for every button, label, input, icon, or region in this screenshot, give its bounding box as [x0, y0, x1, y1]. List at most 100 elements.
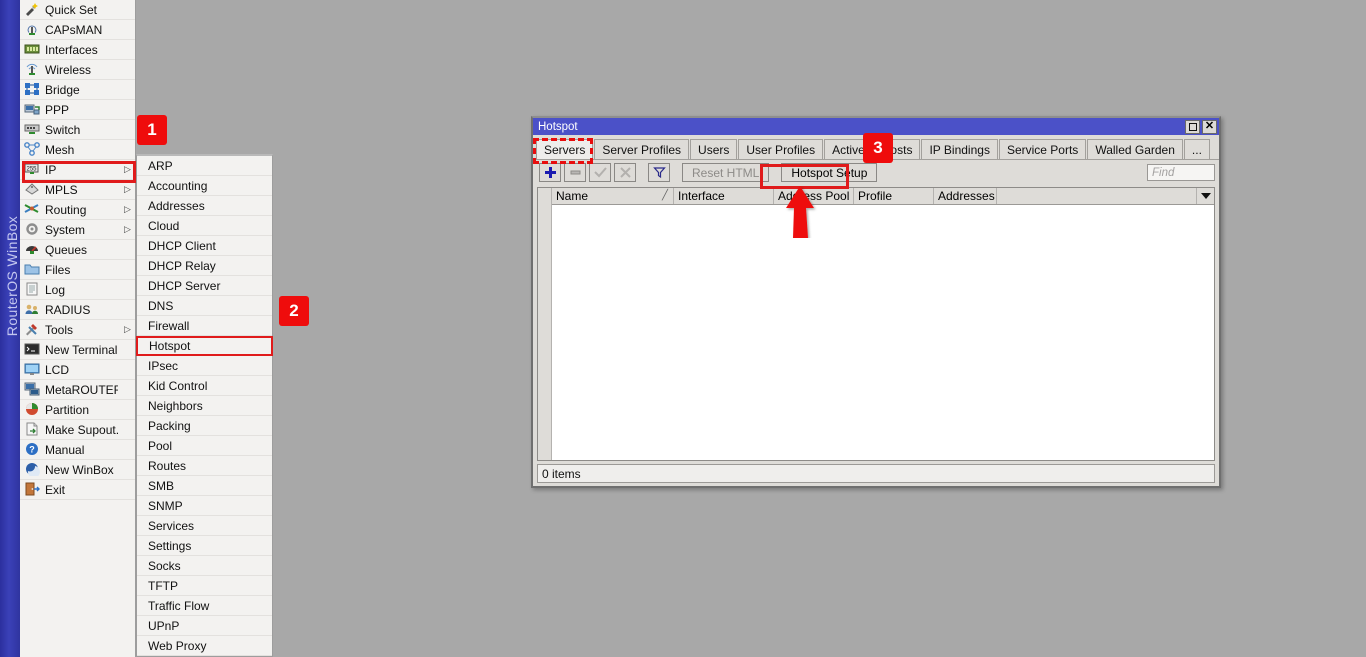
ip-submenu-item-kid-control[interactable]: Kid Control — [137, 376, 272, 396]
ip-submenu-item-pool[interactable]: Pool — [137, 436, 272, 456]
ip-submenu-item-dhcp-client[interactable]: DHCP Client — [137, 236, 272, 256]
ip-submenu-item-tftp[interactable]: TFTP — [137, 576, 272, 596]
sidebar-item-interfaces[interactable]: Interfaces — [20, 40, 135, 60]
sidebar-item-radius[interactable]: RADIUS — [20, 300, 135, 320]
ip-submenu-item-snmp[interactable]: SNMP — [137, 496, 272, 516]
ppp-icon — [24, 102, 40, 117]
table-row-gutter — [538, 188, 552, 460]
hotspot-setup-button[interactable]: Hotspot Setup — [781, 163, 877, 182]
ip-submenu-item-label: Packing — [148, 419, 191, 433]
ip-submenu-item-smb[interactable]: SMB — [137, 476, 272, 496]
sidebar-item-new-winbox[interactable]: New WinBox — [20, 460, 135, 480]
sidebar-item-wireless[interactable]: Wireless — [20, 60, 135, 80]
ip-submenu-item-label: DHCP Server — [148, 279, 220, 293]
ip-submenu-item-accounting[interactable]: Accounting — [137, 176, 272, 196]
sidebar-item-ip[interactable]: 255IP▷ — [20, 160, 135, 180]
ip-submenu-item-dns[interactable]: DNS — [137, 296, 272, 316]
ip-submenu-item-services[interactable]: Services — [137, 516, 272, 536]
tab-label: Service Ports — [1007, 143, 1078, 157]
sidebar-item-quick-set[interactable]: Quick Set — [20, 0, 135, 20]
search-input[interactable]: Find — [1147, 164, 1215, 181]
sidebar-item-queues[interactable]: Queues — [20, 240, 135, 260]
svg-text:255: 255 — [26, 166, 37, 172]
tab-server-profiles[interactable]: Server Profiles — [594, 139, 689, 159]
table-header-addresses[interactable]: Addresses ... — [934, 188, 997, 204]
enable-icon — [589, 163, 611, 182]
ip-submenu-item-arp[interactable]: ARP — [137, 156, 272, 176]
sidebar-item-label: Manual — [45, 443, 118, 457]
sidebar-item-manual[interactable]: ?Manual — [20, 440, 135, 460]
ip-submenu-item-label: DHCP Client — [148, 239, 216, 253]
ip-submenu-item-firewall[interactable]: Firewall — [137, 316, 272, 336]
tab-ip-bindings[interactable]: IP Bindings — [921, 139, 998, 159]
sidebar-item-label: IP — [45, 163, 118, 177]
ip-submenu-item-traffic-flow[interactable]: Traffic Flow — [137, 596, 272, 616]
ip-submenu-item-settings[interactable]: Settings — [137, 536, 272, 556]
sidebar-item-metarouter[interactable]: MetaROUTER — [20, 380, 135, 400]
brand-strip: RouterOS WinBox — [0, 0, 20, 657]
sidebar-item-files[interactable]: Files — [20, 260, 135, 280]
hotspot-window-title: Hotspot — [538, 121, 578, 133]
tab-users[interactable]: Users — [690, 139, 737, 159]
table-header-label: Profile — [858, 189, 892, 203]
filter-icon[interactable] — [648, 163, 670, 182]
sort-ascending-icon: ╱ — [662, 190, 668, 201]
sidebar-item-mesh[interactable]: Mesh — [20, 140, 135, 160]
sidebar-item-ppp[interactable]: PPP — [20, 100, 135, 120]
sidebar-item-capsman[interactable]: CAPsMAN — [20, 20, 135, 40]
disable-icon — [614, 163, 636, 182]
column-chooser-icon[interactable] — [1197, 188, 1214, 204]
table-header-profile[interactable]: Profile — [854, 188, 934, 204]
tab-walled-garden[interactable]: Walled Garden — [1087, 139, 1183, 159]
ip-submenu-item-cloud[interactable]: Cloud — [137, 216, 272, 236]
ip-submenu-item-web-proxy[interactable]: Web Proxy — [137, 636, 272, 656]
ip-submenu-item-dhcp-server[interactable]: DHCP Server — [137, 276, 272, 296]
sidebar-item-log[interactable]: Log — [20, 280, 135, 300]
ip-submenu-item-ipsec[interactable]: IPsec — [137, 356, 272, 376]
quickset-icon — [24, 2, 40, 17]
servers-table-body[interactable] — [538, 205, 1214, 460]
sidebar-item-routing[interactable]: Routing▷ — [20, 200, 135, 220]
ip-submenu-item-packing[interactable]: Packing — [137, 416, 272, 436]
maximize-icon[interactable] — [1185, 120, 1200, 134]
add-icon[interactable] — [539, 163, 561, 182]
sidebar-item-partition[interactable]: Partition — [20, 400, 135, 420]
table-header-name[interactable]: Name╱ — [552, 188, 674, 204]
tab-servers[interactable]: Servers — [536, 139, 593, 159]
ip-submenu-item-label: Kid Control — [148, 379, 207, 393]
sidebar-item-label: Log — [45, 283, 118, 297]
sidebar-item-system[interactable]: System▷ — [20, 220, 135, 240]
sidebar-item-make-supout-rif[interactable]: Make Supout.rif — [20, 420, 135, 440]
ip-submenu-item-routes[interactable]: Routes — [137, 456, 272, 476]
tab-label: Walled Garden — [1095, 143, 1175, 157]
ip-submenu-item-neighbors[interactable]: Neighbors — [137, 396, 272, 416]
tab-[interactable]: ... — [1184, 139, 1210, 159]
sidebar-item-lcd[interactable]: LCD — [20, 360, 135, 380]
close-icon[interactable]: ✕ — [1202, 120, 1217, 134]
status-bar: 0 items — [537, 464, 1215, 483]
sidebar-item-switch[interactable]: Switch — [20, 120, 135, 140]
hotspot-window: Hotspot ✕ ServersServer ProfilesUsersUse… — [531, 116, 1221, 488]
exit-icon — [24, 482, 40, 497]
remove-icon[interactable] — [564, 163, 586, 182]
ip-submenu-item-hotspot[interactable]: Hotspot — [136, 336, 273, 356]
radius-icon — [24, 302, 40, 317]
ip-submenu-item-upnp[interactable]: UPnP — [137, 616, 272, 636]
reset-html-button[interactable]: Reset HTML — [682, 163, 769, 182]
tab-user-profiles[interactable]: User Profiles — [738, 139, 823, 159]
sidebar-item-label: MPLS — [45, 183, 118, 197]
sidebar-item-bridge[interactable]: Bridge — [20, 80, 135, 100]
table-header-interface[interactable]: Interface — [674, 188, 774, 204]
switch-icon — [24, 122, 40, 137]
ip-submenu-item-label: Pool — [148, 439, 172, 453]
ip-submenu-item-socks[interactable]: Socks — [137, 556, 272, 576]
tab-service-ports[interactable]: Service Ports — [999, 139, 1086, 159]
sidebar-item-exit[interactable]: Exit — [20, 480, 135, 500]
sidebar-item-tools[interactable]: Tools▷ — [20, 320, 135, 340]
ip-submenu-item-dhcp-relay[interactable]: DHCP Relay — [137, 256, 272, 276]
winbox-app-window: RouterOS WinBox Quick SetCAPsMANInterfac… — [0, 0, 1366, 657]
ip-submenu-item-label: DNS — [148, 299, 173, 313]
sidebar-item-new-terminal[interactable]: New Terminal — [20, 340, 135, 360]
ip-submenu-item-addresses[interactable]: Addresses — [137, 196, 272, 216]
sidebar-item-mpls[interactable]: MPLS▷ — [20, 180, 135, 200]
